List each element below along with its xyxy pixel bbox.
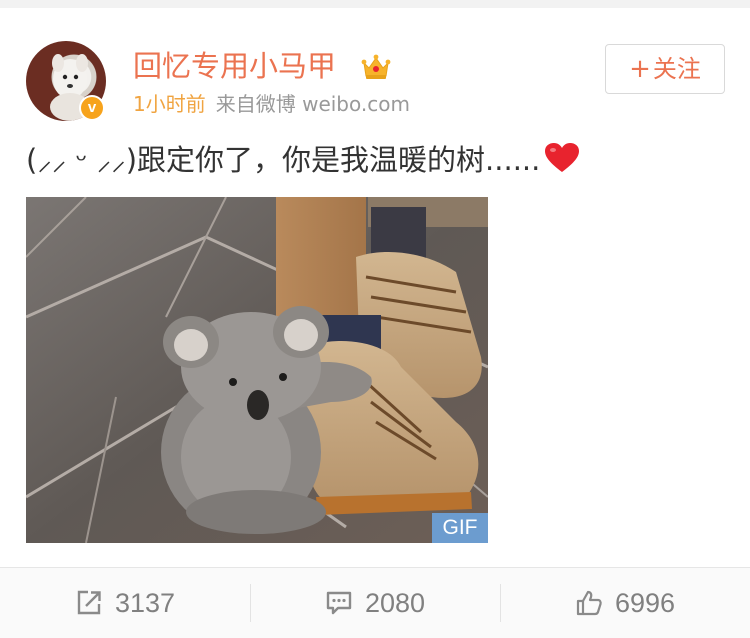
share-icon: [77, 590, 101, 615]
like-button[interactable]: 6996: [500, 568, 750, 638]
comment-icon: [326, 591, 352, 615]
plus-icon: +: [629, 54, 651, 84]
action-bar: 3137 2080 6996: [0, 568, 750, 638]
like-count: 6996: [614, 587, 676, 618]
repost-button[interactable]: 3137: [0, 568, 250, 638]
crown-icon: [361, 54, 391, 79]
thumbs-up-icon: [576, 590, 602, 616]
heart-icon: [545, 143, 580, 172]
post-time: 1小时前: [133, 92, 206, 116]
koala-gif-image: [26, 197, 488, 543]
gif-badge: GIF: [432, 513, 488, 543]
post-text-content: (⸝⸝ ᵕ ⸝⸝)跟定你了，你是我温暖的树......: [26, 143, 541, 177]
post-image[interactable]: GIF: [26, 197, 488, 543]
post-meta: 1小时前 来自微博 weibo.com: [133, 90, 410, 118]
follow-label: 关注: [652, 55, 701, 83]
post-text: (⸝⸝ ᵕ ⸝⸝)跟定你了，你是我温暖的树......: [26, 138, 580, 182]
post-source[interactable]: 来自微博 weibo.com: [216, 92, 410, 116]
comment-count: 2080: [364, 587, 426, 618]
comment-button[interactable]: 2080: [250, 568, 500, 638]
repost-count: 3137: [114, 587, 176, 618]
username[interactable]: 回忆专用小马甲: [133, 48, 336, 84]
top-separator: [0, 0, 750, 8]
verified-badge-icon: v: [79, 95, 105, 121]
follow-button[interactable]: +关注: [605, 44, 725, 94]
